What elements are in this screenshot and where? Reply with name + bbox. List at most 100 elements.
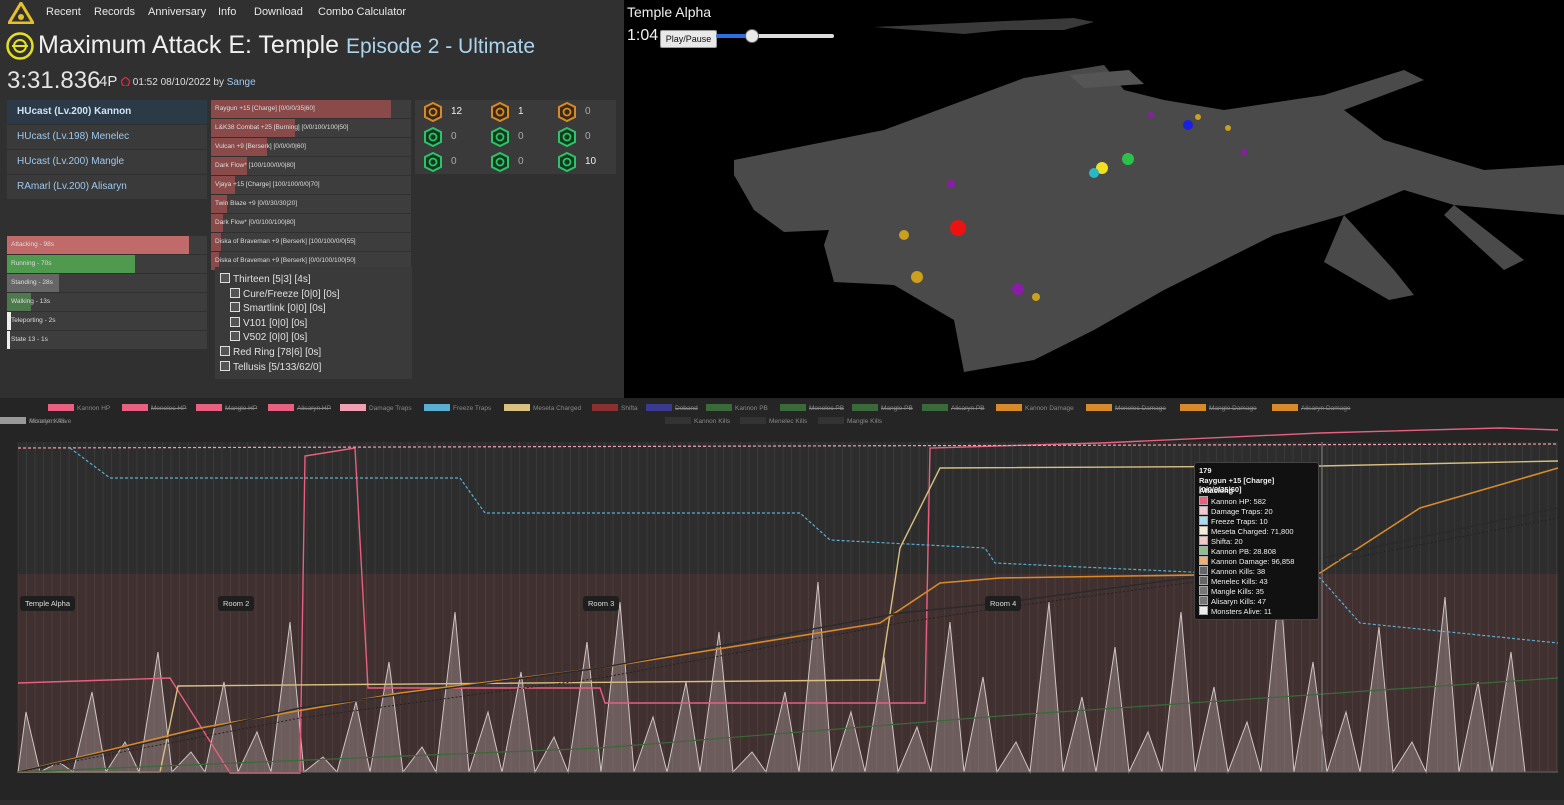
- episode-icon: [6, 32, 34, 60]
- item-label: Red Ring [78|6] [0s]: [233, 347, 322, 358]
- legend-item[interactable]: Mangle PB: [852, 404, 913, 412]
- legend-item[interactable]: Freeze Traps: [424, 404, 491, 412]
- green-trap-icon: [424, 127, 442, 147]
- legend-label: Mangle Kills: [847, 418, 883, 425]
- legend-item[interactable]: Mangle Kills: [818, 417, 882, 425]
- weapon-row[interactable]: Dark Flow* [100/100/0/0|80]: [211, 157, 411, 175]
- legend-item[interactable]: Mangle HP: [196, 404, 257, 412]
- trap-counter-value: 0: [451, 156, 457, 167]
- equipment-item[interactable]: V502 [0|0] [0s]: [230, 331, 307, 343]
- party-member[interactable]: RAmarl (Lv.200) Alisaryn: [7, 175, 207, 199]
- tooltip-label: Shifta: 20: [1211, 537, 1243, 546]
- legend-item[interactable]: Kannon HP: [48, 404, 110, 412]
- legend-swatch: [665, 417, 691, 424]
- tooltip-label: Kannon Kills: 38: [1211, 567, 1266, 576]
- equipment-item[interactable]: V101 [0|0] [0s]: [230, 316, 307, 329]
- item-icon: [230, 302, 240, 313]
- tooltip-label: Kannon Damage: 96,858: [1211, 557, 1295, 566]
- weapon-row[interactable]: Dark Flow* [0/0/100/100|80]: [211, 214, 411, 232]
- state-label: State 13 - 1s: [11, 336, 48, 343]
- weapon-row[interactable]: Vulcan +9 [Berserk] [0/0/0/0|60]: [211, 138, 411, 156]
- weapon-usage-list: Raygun +15 [Charge] [0/0/0/35|60] L&K38 C…: [211, 100, 411, 271]
- legend-item[interactable]: Alisaryn HP: [268, 404, 331, 412]
- weapon-row[interactable]: L&K38 Combat +25 [Burning] [0/0/100/100|…: [211, 119, 411, 137]
- equipment-item[interactable]: Red Ring [78|6] [0s]: [220, 346, 321, 358]
- trap-counter-value: 0: [451, 131, 457, 142]
- legend-item[interactable]: Damage Traps: [340, 404, 412, 412]
- legend-item[interactable]: Menelec Kills: [740, 417, 807, 425]
- legend-item[interactable]: Alisaryn Damage: [1272, 404, 1351, 412]
- nav-records[interactable]: Records: [94, 6, 135, 18]
- nav-info[interactable]: Info: [218, 6, 236, 18]
- tooltip-label: Freeze Traps: 10: [1211, 517, 1268, 526]
- map-view[interactable]: [624, 0, 1564, 398]
- legend-item[interactable]: Alisaryn PB: [922, 404, 985, 412]
- playback-slider[interactable]: [716, 29, 834, 43]
- equipment-list: Thirteen [5|3] [4s] Cure/Freeze [0|0] [0s…: [215, 267, 412, 379]
- weapon-row[interactable]: Twin Blaze +9 [0/0/30/30|20]: [211, 195, 411, 213]
- nav-recent[interactable]: Recent: [46, 6, 81, 18]
- weapon-row[interactable]: Diska of Braveman +9 [Berserk] [100/100/…: [211, 233, 411, 251]
- map-canvas[interactable]: [624, 0, 1564, 398]
- legend-label: Damage Traps: [369, 405, 412, 412]
- tooltip-label: Menelec Kills: 43: [1211, 577, 1268, 586]
- legend-item[interactable]: Mangle Damage: [1180, 404, 1257, 412]
- legend-item[interactable]: Meseta Charged: [504, 404, 581, 412]
- legend-item[interactable]: Menelec Damage: [1086, 404, 1166, 412]
- legend-item[interactable]: Kannon Damage: [996, 404, 1074, 412]
- tooltip-line: Kannon PB: 28.808: [1199, 546, 1314, 556]
- party-member[interactable]: HUcast (Lv.200) Mangle: [7, 150, 207, 174]
- legend-swatch: [196, 404, 222, 411]
- tooltip-swatch: [1199, 586, 1208, 595]
- weapon-label: Twin Blaze +9 [0/0/30/30|20]: [215, 200, 298, 207]
- legend-swatch: [646, 404, 672, 411]
- legend-label: Menelec HP: [151, 405, 187, 412]
- item-label: V502 [0|0] [0s]: [243, 332, 308, 344]
- map-title: Temple Alpha: [627, 4, 712, 20]
- item-label: Cure/Freeze [0|0] [0s]: [243, 288, 340, 300]
- equipment-item[interactable]: Smartlink [0|0] [0s]: [230, 302, 326, 314]
- legend-label: Menelec Damage: [1115, 405, 1166, 412]
- nav-combo-calculator[interactable]: Combo Calculator: [318, 6, 406, 18]
- state-row: State 13 - 1s: [7, 331, 207, 349]
- legend-item[interactable]: Menelec PB: [780, 404, 844, 412]
- tooltip-swatch: [1199, 536, 1208, 545]
- party-member[interactable]: HUcast (Lv.198) Menelec: [7, 125, 207, 149]
- legend-item[interactable]: Kannon Kills: [665, 417, 730, 425]
- site-logo-icon[interactable]: [8, 2, 34, 24]
- legend-label: Mangle Damage: [1209, 405, 1257, 412]
- tooltip-label: Kannon HP: 582: [1211, 497, 1267, 506]
- tooltip-swatch: [1199, 566, 1208, 575]
- orange-trap-icon: [558, 102, 576, 122]
- legend-label: Mangle PB: [881, 405, 913, 412]
- legend-item[interactable]: Monsters Alive: [0, 417, 71, 425]
- legend-swatch: [592, 404, 618, 411]
- nav-download[interactable]: Download: [254, 6, 303, 18]
- weapon-row[interactable]: Raygun +15 [Charge] [0/0/0/35|60]: [211, 100, 411, 118]
- nav-anniversary[interactable]: Anniversary: [148, 6, 206, 18]
- item-label: Thirteen [5|3] [4s]: [233, 274, 311, 285]
- tooltip-swatch: [1199, 596, 1208, 605]
- green-trap-icon: [424, 152, 442, 172]
- item-label: Tellusis [5/133/62/0]: [233, 361, 322, 373]
- equipment-item[interactable]: Thirteen [5|3] [4s]: [220, 273, 311, 285]
- party-member[interactable]: HUcast (Lv.200) Kannon: [7, 100, 207, 124]
- weapon-row[interactable]: Vjaya +15 [Charge] [100/100/0/0|70]: [211, 176, 411, 194]
- trap-counter: 1: [482, 100, 548, 124]
- room-label: Room 3: [583, 596, 620, 611]
- equipment-item[interactable]: Cure/Freeze [0|0] [0s]: [230, 287, 340, 300]
- state-label: Standing - 28s: [11, 279, 53, 286]
- tooltip-swatch: [1199, 606, 1208, 615]
- tooltip-label: Alisaryn Kills: 47: [1211, 597, 1267, 606]
- quest-name: Maximum Attack E: Temple: [38, 31, 340, 59]
- play-pause-button[interactable]: Play/Pause: [660, 30, 717, 48]
- legend-label: Kannon Damage: [1025, 405, 1074, 412]
- tooltip-swatch: [1199, 506, 1208, 515]
- legend-item[interactable]: Deband: [646, 404, 698, 412]
- legend-item[interactable]: Menelec HP: [122, 404, 186, 412]
- equipment-item[interactable]: Tellusis [5/133/62/0]: [220, 360, 322, 373]
- legend-item[interactable]: Shifta: [592, 404, 638, 412]
- run-user-link[interactable]: Sange: [227, 77, 256, 88]
- tooltip-swatch: [1199, 496, 1208, 505]
- legend-item[interactable]: Kannon PB: [706, 404, 768, 412]
